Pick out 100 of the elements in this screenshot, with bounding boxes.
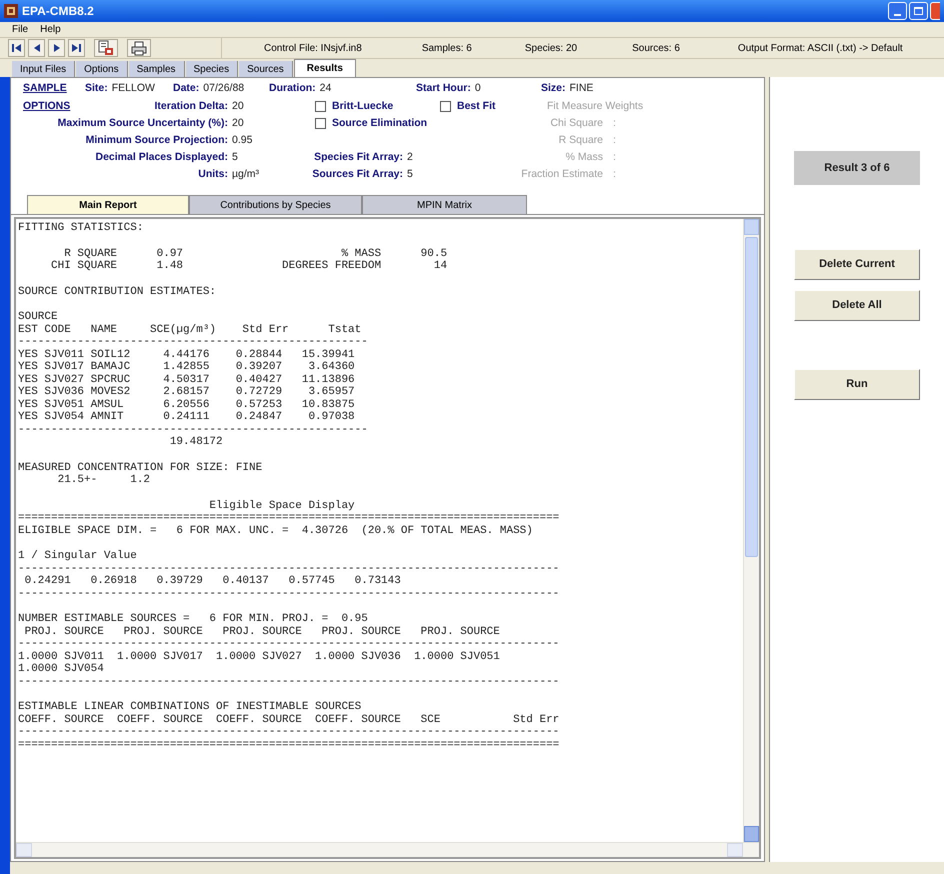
field-label: Species Fit Array: [313,150,403,165]
tab[interactable]: Main Report [27,195,189,214]
window-title: EPA-CMB8.2 [22,3,94,20]
field-label: Site: [85,81,108,96]
tab[interactable]: Results [294,59,356,77]
result-counter: Result 3 of 6 [794,151,920,185]
weight-label: % Mass [564,150,603,165]
report-line: 0.24291 0.26918 0.39729 0.40137 0.57745 0.73143 [24,575,401,588]
checkbox[interactable] [440,101,451,112]
tab[interactable]: Species [186,61,238,77]
field-value: 07/26/88 [203,81,244,96]
report-line: ================================================================================== [18,738,560,751]
report-line: 21.5+- 1.2 [56,474,150,486]
checkbox-label: Source Elimination [332,116,428,131]
field-value: 0 [474,81,481,96]
action-button[interactable]: Delete Current [794,249,920,280]
minimize-button[interactable] [888,2,907,20]
report-line: ================================================================================== [18,512,560,524]
toolbar-button[interactable] [127,39,151,57]
report-line: 19.48172 [168,436,223,448]
report-line: ---------------------------------------------------------------------------------- [18,638,560,650]
checkbox[interactable] [315,101,326,112]
toolbar-button[interactable] [94,39,118,57]
tab[interactable]: Samples [128,61,185,77]
field-label: Minimum Source Projection: [86,133,228,148]
vertical-scrollbar[interactable] [743,219,759,842]
field-value: FINE [570,81,594,96]
report-line: YES SJV054 AMNIT 0.24111 0.24847 0.97038 [18,411,355,424]
toolbar-button[interactable] [68,39,85,57]
tab[interactable]: Contributions by Species [189,195,362,214]
report-line: 1.0000 SJV011 1.0000 SJV017 1.0000 SJV027 1.0000 SJV036 1.0000 SJV051 [18,650,500,663]
toolbar-button[interactable] [28,39,45,57]
section-heading: OPTIONS [23,99,70,114]
field-label: Date: [173,81,200,96]
action-button[interactable]: Run [794,369,920,400]
report-line: SOURCE CONTRIBUTION ESTIMATES: [18,286,216,298]
field-value: 20 [231,99,244,114]
weight-value: : [612,150,616,165]
report-line: ---------------------------------------------------------------------------------- [18,588,560,600]
app-icon [4,4,18,18]
weight-value: : [612,116,616,131]
report-line: YES SJV051 AMSUL 6.20556 0.57253 10.83875 [18,398,355,411]
field-label: Iteration Delta: [154,99,228,114]
field-value: 2 [406,150,413,165]
field-value: µg/m³ [231,167,260,182]
report-line: ---------------------------------------------------------------------------------- [18,562,560,575]
field-value: 5 [231,150,238,165]
field-label: Units: [198,167,228,182]
field-label: Size: [541,81,566,96]
toolbar-info: Sources: 6 [632,42,680,56]
toolbar-button[interactable] [8,39,25,57]
field-label: Sources Fit Array: [311,167,403,182]
report-line: NUMBER ESTIMABLE SOURCES = 6 FOR MIN. PROJ. = 0.95 [18,613,368,626]
report-line: ---------------------------------------------------------------------------------- [18,726,560,738]
report-line: CHI SQUARE 1.48 DEGREES FREEDOM 14 [50,260,448,272]
weight-label: R Square [558,133,603,148]
menu-item[interactable]: Help [40,22,61,37]
field-value: 20 [231,116,244,131]
tab[interactable]: Input Files [12,61,76,77]
toolbar-button[interactable] [48,39,65,57]
report-line: Eligible Space Display [208,500,355,512]
weight-value: : [612,133,616,148]
printer-icon [131,40,147,56]
weight-label: Fraction Estimate [520,167,603,182]
field-label: Decimal Places Displayed: [96,150,228,165]
report-line: SOURCE [18,311,58,324]
toolbar-info: Species: 20 [524,42,578,56]
report-line: ----------------------------------------------------- [18,424,368,436]
tab[interactable]: Options [76,61,128,77]
menu-item[interactable]: File [12,22,28,37]
toolbar-info: Output Format: ASCII (.txt) -> Default [738,42,903,56]
weight-label: Chi Square [549,116,603,131]
report-line: 1.0000 SJV054 [18,663,104,676]
report-line: EST CODE NAME SCE(µg/m³) Std Err Tstat [18,324,362,336]
tab[interactable]: MPIN Matrix [362,195,527,214]
toolbar-info: Samples: 6 [422,42,472,56]
checkbox-label: Best Fit [457,99,496,114]
field-label: Duration: [269,81,316,96]
report-line: 1 / Singular Value [18,550,137,562]
action-button[interactable]: Delete All [794,290,920,321]
close-button[interactable] [930,2,940,20]
report-line: ---------------------------------------------------------------------------------- [18,676,560,688]
first-icon [12,44,21,52]
report-line: ----------------------------------------------------- [18,336,368,348]
maximize-button[interactable] [909,2,928,20]
tab[interactable]: Sources [239,61,293,77]
report-line: ELIGIBLE SPACE DIM. = 6 FOR MAX. UNC. = 4.30726 (20.% OF TOTAL MEAS. MASS) [18,524,533,537]
toolbar-info: Control File: INsjvf.in8 [264,42,362,56]
horizontal-scrollbar[interactable] [16,842,759,857]
field-label: Start Hour: [416,81,471,96]
report-line: YES SJV017 BAMAJC 1.42855 0.39207 3.64360 [18,361,355,374]
report-line: FITTING STATISTICS: [18,222,144,234]
report-line: YES SJV036 MOVES2 2.68157 0.72729 3.65957 [18,386,355,398]
checkbox-label: Britt-Luecke [332,99,394,114]
report-line: R SQUARE 0.97 % MASS 90.5 [63,248,448,260]
weights-title: Fit Measure Weights [547,99,644,114]
last-icon [72,44,81,52]
report-line: YES SJV027 SPCRUC 4.50317 0.40427 11.13896 [18,374,355,386]
field-value: 5 [406,167,413,182]
checkbox[interactable] [315,118,326,129]
